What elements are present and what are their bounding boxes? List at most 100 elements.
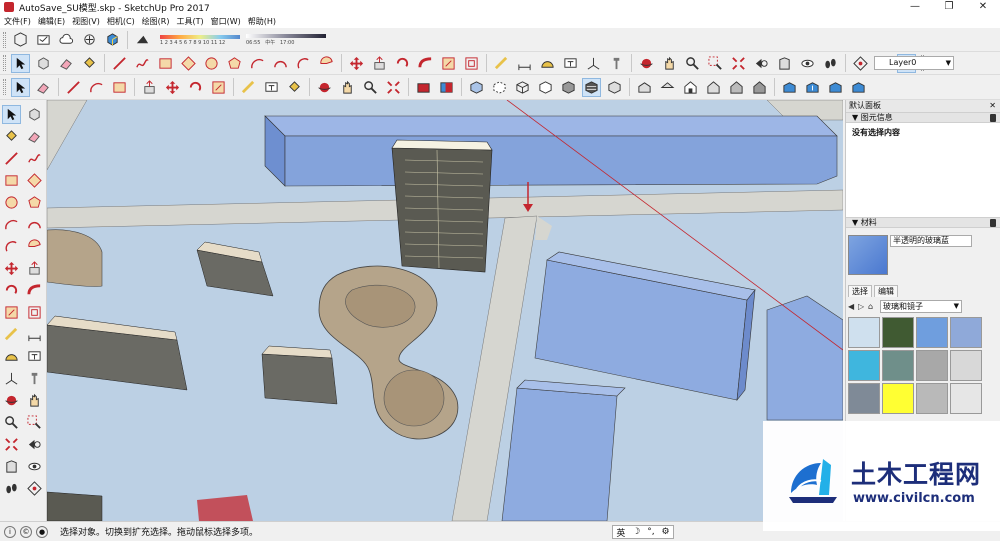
share-model-icon[interactable] xyxy=(803,78,822,97)
push-pull-icon[interactable] xyxy=(25,259,44,278)
front-view-icon[interactable] xyxy=(681,78,700,97)
wireframe-icon[interactable] xyxy=(513,78,532,97)
protractor-icon[interactable] xyxy=(538,54,557,73)
section-plane-icon[interactable] xyxy=(25,479,44,498)
moon-icon[interactable]: ☽ xyxy=(632,527,640,537)
move-icon[interactable] xyxy=(163,78,182,97)
model-viewport[interactable] xyxy=(47,100,843,521)
menu-camera[interactable]: 相机(C) xyxy=(107,16,135,27)
orbit-icon[interactable] xyxy=(315,78,334,97)
rotated-rectangle-icon[interactable] xyxy=(179,54,198,73)
arc-icon[interactable] xyxy=(87,78,106,97)
menu-file[interactable]: 文件(F) xyxy=(4,16,31,27)
paint-bucket-icon[interactable] xyxy=(80,54,99,73)
position-camera-icon[interactable] xyxy=(2,457,21,476)
make-component-icon[interactable] xyxy=(25,105,44,124)
tape-measure-icon[interactable] xyxy=(2,325,21,344)
dimension-icon[interactable] xyxy=(25,325,44,344)
tape-measure-icon[interactable] xyxy=(239,78,258,97)
material-swatch[interactable] xyxy=(882,383,914,414)
back-icon[interactable]: ◀ xyxy=(848,302,858,311)
scale-icon[interactable] xyxy=(2,303,21,322)
zoom-icon[interactable] xyxy=(361,78,380,97)
follow-me-icon[interactable] xyxy=(25,281,44,300)
text-icon[interactable] xyxy=(561,54,580,73)
settings-icon[interactable]: ⚙ xyxy=(661,527,669,537)
material-swatch[interactable] xyxy=(950,383,982,414)
geolocation-icon[interactable]: i xyxy=(4,525,16,538)
rectangle-icon[interactable] xyxy=(156,54,175,73)
three-point-arc-icon[interactable] xyxy=(2,237,21,256)
punctuation-icon[interactable]: °, xyxy=(647,527,654,537)
dimension-icon[interactable] xyxy=(515,54,534,73)
axes-icon[interactable] xyxy=(584,54,603,73)
cloud-upload-icon[interactable] xyxy=(57,30,76,49)
ime-language[interactable]: 英 xyxy=(616,526,625,539)
material-swatch[interactable] xyxy=(950,350,982,381)
line-icon[interactable] xyxy=(64,78,83,97)
styles-icon[interactable] xyxy=(437,78,456,97)
select-icon[interactable] xyxy=(11,53,30,73)
warehouse-icon[interactable] xyxy=(80,30,99,49)
tab-select[interactable]: 选择 xyxy=(848,285,872,297)
zoom-icon[interactable] xyxy=(683,54,702,73)
look-around-icon[interactable] xyxy=(25,457,44,476)
menu-edit[interactable]: 编辑(E) xyxy=(38,16,65,27)
zoom-window-icon[interactable] xyxy=(706,54,725,73)
material-swatch[interactable] xyxy=(916,317,948,348)
polygon-icon[interactable] xyxy=(25,193,44,212)
material-swatch[interactable] xyxy=(916,383,948,414)
shaded-with-textures-icon[interactable] xyxy=(582,77,601,97)
rotate-icon[interactable] xyxy=(393,54,412,73)
close-icon[interactable]: ✕ xyxy=(989,100,996,112)
hidden-line-icon[interactable] xyxy=(536,78,555,97)
user-icon[interactable]: ● xyxy=(36,525,48,538)
shadow-sliders[interactable]: 1 2 3 4 5 6 7 8 9 10 11 12 xyxy=(160,34,240,46)
iso-view-icon[interactable] xyxy=(635,78,654,97)
freehand-icon[interactable] xyxy=(25,149,44,168)
close-button[interactable]: ✕ xyxy=(966,0,1000,14)
arc-icon[interactable] xyxy=(248,54,267,73)
line-icon[interactable] xyxy=(110,54,129,73)
3d-text-icon[interactable] xyxy=(25,369,44,388)
minimize-button[interactable]: — xyxy=(898,0,932,14)
menu-help[interactable]: 帮助(H) xyxy=(248,16,276,27)
two-point-arc-icon[interactable] xyxy=(271,54,290,73)
move-icon[interactable] xyxy=(347,54,366,73)
material-swatch[interactable] xyxy=(916,350,948,381)
zoom-extents-icon[interactable] xyxy=(2,435,21,454)
move-icon[interactable] xyxy=(2,259,21,278)
section-plane-icon[interactable] xyxy=(851,54,870,73)
pan-icon[interactable] xyxy=(338,78,357,97)
material-swatch[interactable] xyxy=(848,350,880,381)
menu-view[interactable]: 视图(V) xyxy=(72,16,100,27)
tab-edit[interactable]: 编辑 xyxy=(874,285,898,297)
menu-draw[interactable]: 绘图(R) xyxy=(142,16,170,27)
select-icon[interactable] xyxy=(11,77,30,97)
position-camera-icon[interactable] xyxy=(775,54,794,73)
toolbar-grip[interactable] xyxy=(3,79,6,95)
maximize-button[interactable]: ❐ xyxy=(932,0,966,14)
zoom-window-icon[interactable] xyxy=(25,413,44,432)
date-sliders[interactable]: 06:55 中午 17:00 xyxy=(246,33,326,46)
material-swatch[interactable] xyxy=(848,317,880,348)
eraser-icon[interactable] xyxy=(25,127,44,146)
extension-warehouse-icon[interactable] xyxy=(103,30,122,49)
previous-view-icon[interactable] xyxy=(25,435,44,454)
pie-icon[interactable] xyxy=(317,54,336,73)
pie-icon[interactable] xyxy=(25,237,44,256)
rotated-rectangle-icon[interactable] xyxy=(25,171,44,190)
3d-text-icon[interactable] xyxy=(607,54,626,73)
rectangle-icon[interactable] xyxy=(2,171,21,190)
extension-manager-icon[interactable] xyxy=(849,78,868,97)
layer-dropdown[interactable]: Layer0 ▼ xyxy=(874,56,954,70)
material-swatch[interactable] xyxy=(882,350,914,381)
3d-warehouse-icon[interactable] xyxy=(780,78,799,97)
time-slider[interactable] xyxy=(160,34,240,39)
eraser-icon[interactable] xyxy=(57,54,76,73)
pin-icon[interactable] xyxy=(990,219,996,227)
tape-measure-icon[interactable] xyxy=(492,54,511,73)
three-point-arc-icon[interactable] xyxy=(294,54,313,73)
components-icon[interactable] xyxy=(414,78,433,97)
top-view-icon[interactable] xyxy=(658,78,677,97)
